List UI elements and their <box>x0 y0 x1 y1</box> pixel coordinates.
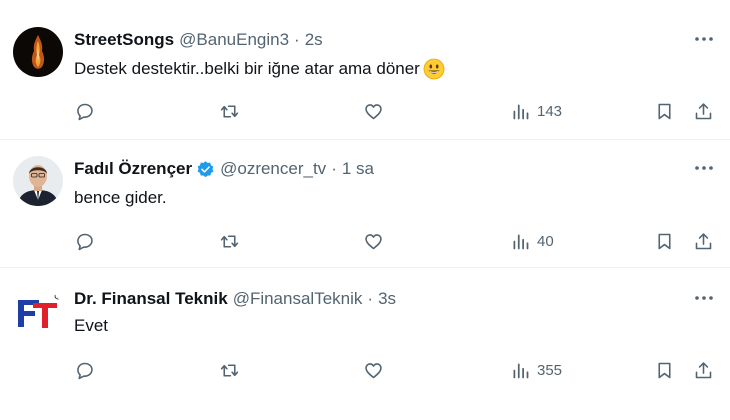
heart-icon <box>365 233 382 249</box>
views-chart-icon <box>513 234 529 249</box>
separator-dot: · <box>294 30 300 49</box>
retweet-icon <box>220 234 239 248</box>
bookmark-button[interactable] <box>654 229 675 253</box>
tweet-text-container: Evet <box>74 316 108 336</box>
retweet-button[interactable] <box>219 358 240 382</box>
timestamp[interactable]: 1 sa <box>342 159 374 179</box>
more-options-icon[interactable] <box>692 156 716 180</box>
separator-dot: · <box>367 289 374 308</box>
reply-button[interactable] <box>74 99 95 123</box>
grinning-face-emoji-icon <box>423 58 445 80</box>
bookmark-icon <box>658 362 671 378</box>
user-handle[interactable]: @FinansalTeknik <box>233 289 363 309</box>
views-count: 355 <box>537 361 563 379</box>
tweet-actions: 143 <box>0 99 730 123</box>
tweet-actions: 355 <box>0 358 730 382</box>
reply-button[interactable] <box>74 358 95 382</box>
reply-icon <box>77 362 93 379</box>
avatar[interactable] <box>13 156 63 206</box>
user-handle[interactable]: @ozrencer_tv <box>220 159 326 179</box>
share-icon <box>695 102 712 119</box>
avatar[interactable] <box>13 27 63 77</box>
tweet-text: Evet <box>74 316 109 335</box>
bookmark-icon <box>658 233 671 249</box>
views-chart-icon <box>513 363 529 378</box>
share-button[interactable] <box>693 99 714 123</box>
views-button[interactable]: 355 <box>510 358 562 382</box>
retweet-icon <box>220 363 239 377</box>
tweet-actions: 40 <box>0 229 730 253</box>
reply-button[interactable] <box>74 229 95 253</box>
views-count: 40 <box>537 232 554 250</box>
tweet[interactable]: StreetSongs @BanuEngin3 · 2s Destek dest… <box>0 0 730 140</box>
share-button[interactable] <box>693 358 714 382</box>
reply-icon <box>77 233 93 250</box>
share-icon <box>695 232 712 249</box>
svg-text:R: R <box>57 294 60 300</box>
bookmark-icon <box>658 103 671 119</box>
tweet[interactable]: R Dr. Finansal Teknik @FinansalTeknik · … <box>0 268 730 420</box>
tweet-header: Fadıl Özrençer @ozrencer_tv · 1 sa <box>74 157 374 181</box>
timestamp[interactable]: 3s <box>378 289 396 309</box>
tweet-text: bence gider. <box>74 188 167 207</box>
display-name[interactable]: Dr. Finansal Teknik <box>74 289 228 309</box>
bookmark-button[interactable] <box>654 99 675 123</box>
display-name[interactable]: Fadıl Özrençer <box>74 159 192 179</box>
heart-icon <box>365 362 382 378</box>
tweet-header: StreetSongs @BanuEngin3 · 2s <box>74 28 323 52</box>
tweet[interactable]: Fadıl Özrençer @ozrencer_tv · 1 sa bence… <box>0 140 730 268</box>
separator-dot: · <box>331 159 337 178</box>
reply-icon <box>77 103 93 120</box>
views-button[interactable]: 143 <box>510 99 562 123</box>
avatar[interactable]: R <box>13 288 63 338</box>
tweet-text: Destek destektir..belki bir iğne atar am… <box>74 59 420 78</box>
verified-badge-icon <box>196 160 215 179</box>
views-chart-icon <box>513 104 529 119</box>
views-count: 143 <box>537 102 563 120</box>
tweet-feed: StreetSongs @BanuEngin3 · 2s Destek dest… <box>0 0 730 420</box>
tweet-text-container: Destek destektir..belki bir iğne atar am… <box>74 58 445 80</box>
like-button[interactable] <box>363 99 384 123</box>
retweet-button[interactable] <box>219 229 240 253</box>
tweet-header: Dr. Finansal Teknik @FinansalTeknik · 3s <box>74 287 396 311</box>
like-button[interactable] <box>363 358 384 382</box>
retweet-button[interactable] <box>219 99 240 123</box>
user-handle[interactable]: @BanuEngin3 <box>179 30 289 50</box>
more-options-icon[interactable] <box>692 27 716 51</box>
views-button[interactable]: 40 <box>510 229 554 253</box>
retweet-icon <box>220 104 239 118</box>
heart-icon <box>365 103 382 119</box>
tweet-text-container: bence gider. <box>74 188 167 208</box>
bookmark-button[interactable] <box>654 358 675 382</box>
share-button[interactable] <box>693 229 714 253</box>
share-icon <box>695 361 712 378</box>
timestamp[interactable]: 2s <box>305 30 323 50</box>
more-options-icon[interactable] <box>692 286 716 310</box>
display-name[interactable]: StreetSongs <box>74 30 174 50</box>
like-button[interactable] <box>363 229 384 253</box>
